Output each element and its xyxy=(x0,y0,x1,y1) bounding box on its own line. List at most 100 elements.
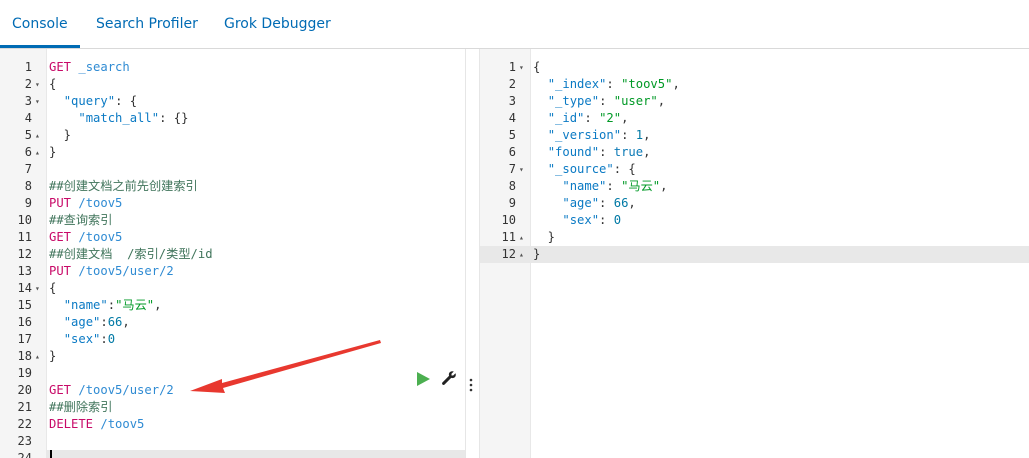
request-line: 5 ▴ } xyxy=(0,127,465,144)
tab-grok-debugger[interactable]: Grok Debugger xyxy=(212,0,343,48)
response-line: 6 "found": true, xyxy=(480,144,1029,161)
line-number: 7 xyxy=(508,162,516,176)
tab-console[interactable]: Console xyxy=(0,0,80,48)
line-number: 1 xyxy=(24,60,32,74)
token-num: 66 xyxy=(613,196,629,210)
code-text: "sex": 0 xyxy=(533,212,621,229)
token-brace: } xyxy=(533,247,541,261)
line-number: 23 xyxy=(17,434,32,448)
token-key: "_version" xyxy=(547,128,622,142)
code-text: "_index": "toov5", xyxy=(533,76,680,93)
line-number: 12 xyxy=(501,247,516,261)
code-text: "_source": { xyxy=(533,161,636,178)
line-number: 9 xyxy=(24,196,32,210)
token-brace: : xyxy=(599,196,614,210)
code-text: "name": "马云", xyxy=(533,178,667,195)
token-str: "2" xyxy=(599,111,622,125)
token-brace: : xyxy=(621,128,636,142)
line-number: 16 xyxy=(17,315,32,329)
token-key: "sex" xyxy=(63,332,101,346)
fold-close-icon[interactable]: ▴ xyxy=(35,127,40,144)
token-num: 0 xyxy=(613,213,622,227)
response-line: 4 "_id": "2", xyxy=(480,110,1029,127)
token-brace: { xyxy=(533,60,541,74)
line-number: 11 xyxy=(501,230,516,244)
code-text: "name":"马云", xyxy=(49,297,162,314)
request-line: 12 ##创建文档 /索引/类型/id xyxy=(0,246,465,263)
token-url: /toov5 xyxy=(78,230,123,244)
token-brace: : xyxy=(584,111,600,125)
request-editor[interactable]: 1 GET _search 2 ▾{3 ▾ "query": {4 "match_all… xyxy=(0,49,465,458)
fold-open-icon[interactable]: ▾ xyxy=(35,280,40,297)
token-comment: ##创建文档之前先创建索引 xyxy=(49,179,198,193)
wrench-icon[interactable] xyxy=(441,370,457,386)
code-text: { xyxy=(49,76,56,93)
code-text: ##创建文档 /索引/类型/id xyxy=(49,246,213,263)
active-line-highlight xyxy=(46,450,465,458)
fold-open-icon[interactable]: ▾ xyxy=(35,93,40,110)
token-url: /toov5/user/2 xyxy=(78,383,174,397)
token-key: "sex" xyxy=(562,213,600,227)
token-method: GET xyxy=(49,230,79,244)
fold-close-icon[interactable]: ▴ xyxy=(35,144,40,161)
request-line: 14 ▾ { xyxy=(0,280,465,297)
fold-close-icon[interactable]: ▴ xyxy=(519,246,524,263)
token-brace: , xyxy=(154,298,162,312)
token-key: "_index" xyxy=(547,77,607,91)
line-number: 10 xyxy=(501,213,516,227)
token-brace: : xyxy=(599,145,614,159)
request-line: 2 ▾ { xyxy=(0,76,465,93)
request-line: 6 ▴} xyxy=(0,144,465,161)
code-text: } xyxy=(533,229,555,246)
line-number: 14 xyxy=(17,281,32,295)
token-brace: } xyxy=(49,128,72,142)
line-number: 6 xyxy=(508,145,516,159)
play-icon[interactable] xyxy=(416,372,430,386)
vertical-dots-icon[interactable] xyxy=(468,378,474,392)
token-key: "name" xyxy=(63,298,108,312)
request-line: 8 ##创建文档之前先创建索引 xyxy=(0,178,465,195)
fold-close-icon[interactable]: ▴ xyxy=(35,348,40,365)
request-line: 11 GET /toov5 xyxy=(0,229,465,246)
code-text: } xyxy=(49,127,71,144)
code-text: ##查询索引 xyxy=(49,212,112,229)
request-line: 9 PUT /toov5 xyxy=(0,195,465,212)
request-line: 1 GET _search xyxy=(0,59,465,76)
token-comment: ##查询索引 xyxy=(49,213,113,227)
fold-open-icon[interactable]: ▾ xyxy=(519,59,524,76)
token-key: "age" xyxy=(63,315,101,329)
line-number: 4 xyxy=(24,111,32,125)
token-brace: , xyxy=(660,179,668,193)
response-line: 1 ▾ { xyxy=(480,59,1029,76)
token-key: "_id" xyxy=(547,111,585,125)
token-brace: } xyxy=(533,230,556,244)
fold-open-icon[interactable]: ▾ xyxy=(35,76,40,93)
pane-resizer[interactable] xyxy=(465,49,480,458)
fold-open-icon[interactable]: ▾ xyxy=(519,161,524,178)
code-text: PUT /toov5/user/2 xyxy=(49,263,174,280)
line-number: 5 xyxy=(24,128,32,142)
line-number: 2 xyxy=(24,77,32,91)
code-text: "found": true, xyxy=(533,144,651,161)
token-comment: ##删除索引 xyxy=(49,400,113,414)
tab-search-profiler[interactable]: Search Profiler xyxy=(84,0,210,48)
request-line: 21 ##删除索引 xyxy=(0,399,465,416)
code-text: "age": 66, xyxy=(533,195,635,212)
response-line: 10 "sex": 0 xyxy=(480,212,1029,229)
fold-close-icon[interactable]: ▴ xyxy=(519,229,524,246)
token-brace: , xyxy=(621,111,629,125)
code-text: PUT /toov5 xyxy=(49,195,122,212)
line-number: 19 xyxy=(17,366,32,380)
code-text: DELETE /toov5 xyxy=(49,416,144,433)
token-key: "_type" xyxy=(547,94,600,108)
request-line: 16 "age":66, xyxy=(0,314,465,331)
line-number: 13 xyxy=(17,264,32,278)
response-line: 11 ▴ } xyxy=(480,229,1029,246)
code-text: "match_all": {} xyxy=(49,110,188,127)
